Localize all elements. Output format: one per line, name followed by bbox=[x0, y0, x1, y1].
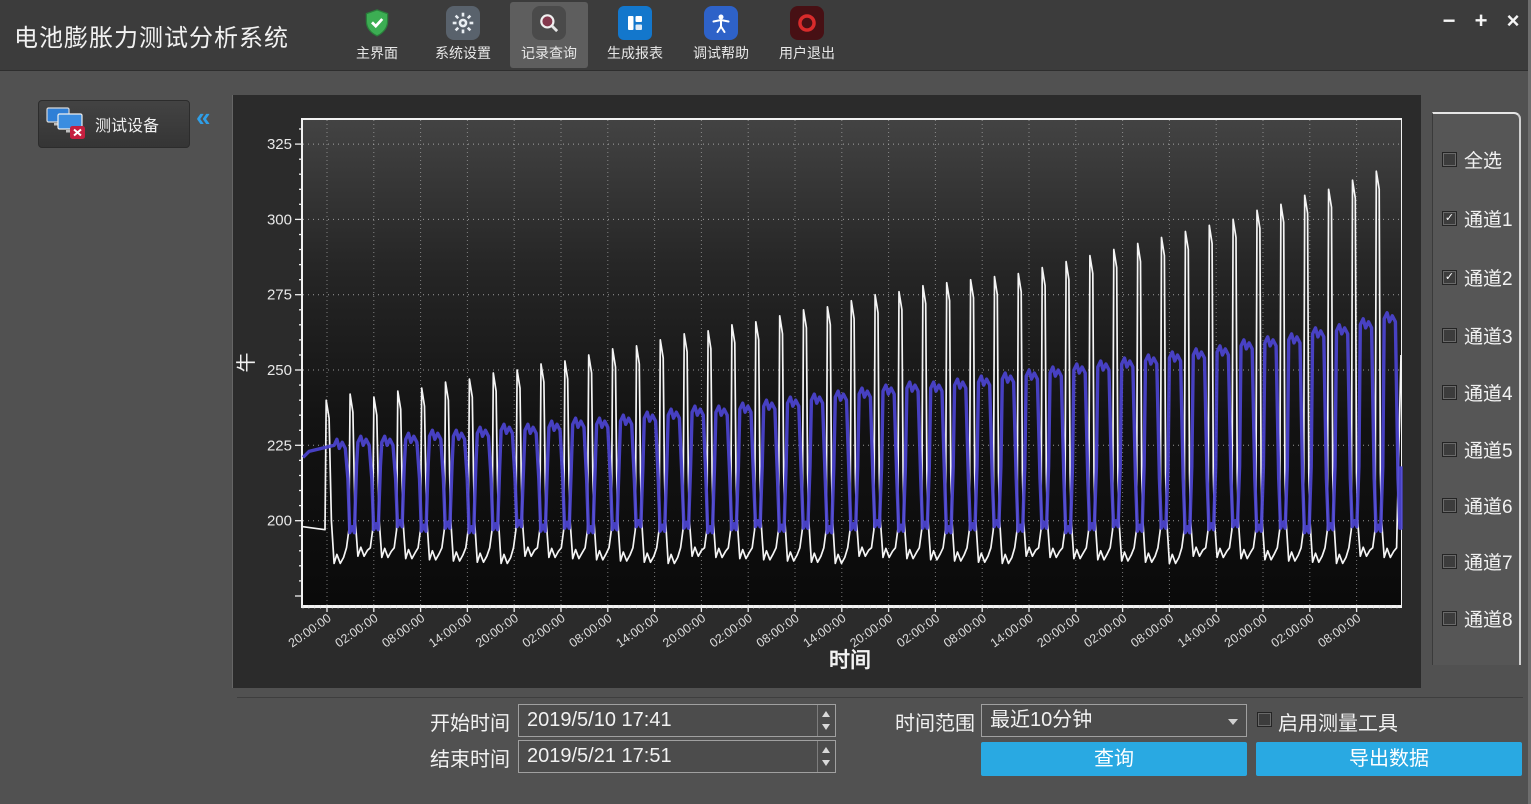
sidebar-item-test-device[interactable]: 测试设备 bbox=[38, 100, 190, 148]
query-button[interactable]: 查询 bbox=[981, 742, 1247, 776]
end-time-value: 2019/5/21 17:51 bbox=[527, 745, 672, 767]
x-axis-title: 时间 bbox=[301, 644, 1399, 674]
toolbar-item-record-query[interactable]: 记录查询 bbox=[510, 2, 588, 68]
checkbox-select-all[interactable] bbox=[1442, 152, 1457, 167]
checkbox-ch8[interactable] bbox=[1442, 611, 1457, 626]
measure-tool-label: 启用测量工具 bbox=[1278, 707, 1478, 736]
spinner-up-icon[interactable] bbox=[822, 711, 830, 717]
svg-text:牛: 牛 bbox=[235, 353, 258, 373]
svg-text:250: 250 bbox=[267, 362, 292, 379]
minimize-button[interactable]: − bbox=[1440, 8, 1458, 34]
channel-row-ch3[interactable]: 通道3 bbox=[1442, 322, 1513, 349]
checkbox-ch7[interactable] bbox=[1442, 554, 1457, 569]
toolbar-label: 生成报表 bbox=[607, 43, 663, 63]
checkbox-ch6[interactable] bbox=[1442, 498, 1457, 513]
channel-label: 通道7 bbox=[1464, 548, 1513, 575]
toolbar-label: 用户退出 bbox=[779, 43, 835, 63]
end-time-input[interactable]: 2019/5/21 17:51 bbox=[518, 740, 836, 773]
channel-label: 通道5 bbox=[1464, 436, 1513, 463]
close-button[interactable]: × bbox=[1504, 8, 1522, 34]
chevron-down-icon bbox=[1228, 719, 1238, 725]
svg-text:325: 325 bbox=[267, 136, 292, 153]
spinner-down-icon[interactable] bbox=[822, 760, 830, 766]
checkbox-ch5[interactable] bbox=[1442, 442, 1457, 457]
app-window: { "window": { "title": "电池膨胀力测试分析系统", "c… bbox=[0, 0, 1531, 804]
line-chart[interactable]: 20022525027530032520:00:0002:00:0008:00:… bbox=[301, 118, 1402, 608]
toolbar-item-home[interactable]: 主界面 bbox=[338, 2, 416, 68]
channel-row-ch6[interactable]: 通道6 bbox=[1442, 492, 1513, 519]
app-title: 电池膨胀力测试分析系统 bbox=[14, 18, 289, 53]
window-controls: − + × bbox=[1440, 8, 1522, 34]
channel-label: 通道4 bbox=[1464, 379, 1513, 406]
measure-tool-checkbox[interactable] bbox=[1257, 712, 1272, 727]
chart-panel: 20022525027530032520:00:0002:00:0008:00:… bbox=[232, 95, 1421, 688]
start-time-label: 开始时间 bbox=[352, 707, 510, 736]
magnifier-icon bbox=[532, 6, 566, 40]
channel-label: 通道8 bbox=[1464, 605, 1513, 632]
channel-row-ch8[interactable]: 通道8 bbox=[1442, 605, 1513, 632]
end-time-spinner[interactable] bbox=[817, 741, 835, 772]
device-icon bbox=[45, 106, 87, 142]
gear-icon bbox=[446, 6, 480, 40]
toolbar-item-settings[interactable]: 系统设置 bbox=[424, 2, 502, 68]
toolbar-item-user-exit[interactable]: 用户退出 bbox=[768, 2, 846, 68]
channel-label: 通道2 bbox=[1464, 264, 1513, 291]
channel-label: 通道1 bbox=[1464, 205, 1513, 232]
maximize-button[interactable]: + bbox=[1472, 8, 1490, 34]
channel-row-ch4[interactable]: 通道4 bbox=[1442, 379, 1513, 406]
sidebar-item-label: 测试设备 bbox=[95, 112, 159, 136]
start-time-input[interactable]: 2019/5/10 17:41 bbox=[518, 704, 836, 737]
toolbar: 主界面 系统设置 记录查询 生成报表 调试帮助 bbox=[338, 2, 846, 68]
sidebar-collapse-button[interactable]: « bbox=[196, 102, 210, 133]
time-range-label: 时间范围 bbox=[830, 707, 975, 736]
svg-text:275: 275 bbox=[267, 287, 292, 304]
shield-icon bbox=[360, 6, 394, 40]
channel-label: 全选 bbox=[1464, 146, 1502, 173]
bottom-separator bbox=[237, 697, 1523, 698]
toolbar-item-report[interactable]: 生成报表 bbox=[596, 2, 674, 68]
time-range-value: 最近10分钟 bbox=[990, 709, 1092, 731]
checkbox-ch3[interactable] bbox=[1442, 328, 1457, 343]
top-bar: 电池膨胀力测试分析系统 主界面 系统设置 记录查询 生成报表 bbox=[0, 0, 1531, 71]
channel-row-ch1[interactable]: 通道1 bbox=[1442, 205, 1513, 232]
channel-label: 通道6 bbox=[1464, 492, 1513, 519]
channel-row-ch5[interactable]: 通道5 bbox=[1442, 436, 1513, 463]
start-time-value: 2019/5/10 17:41 bbox=[527, 709, 672, 731]
channel-label: 通道3 bbox=[1464, 322, 1513, 349]
channel-row-ch7[interactable]: 通道7 bbox=[1442, 548, 1513, 575]
checkbox-ch2[interactable] bbox=[1442, 270, 1457, 285]
chart-canvas: 20022525027530032520:00:0002:00:0008:00:… bbox=[303, 120, 1401, 605]
svg-text:225: 225 bbox=[267, 437, 292, 454]
spinner-down-icon[interactable] bbox=[822, 724, 830, 730]
helper-icon bbox=[704, 6, 738, 40]
toolbar-label: 主界面 bbox=[356, 43, 398, 63]
toolbar-label: 记录查询 bbox=[521, 43, 577, 63]
end-time-label: 结束时间 bbox=[352, 743, 510, 772]
report-icon bbox=[618, 6, 652, 40]
export-data-button[interactable]: 导出数据 bbox=[1256, 742, 1522, 776]
channel-row-ch2[interactable]: 通道2 bbox=[1442, 264, 1513, 291]
toolbar-item-debug-help[interactable]: 调试帮助 bbox=[682, 2, 760, 68]
channel-panel: 全选 通道1 通道2 通道3 通道4 通道5 通道6 通道7 通道8 bbox=[1432, 112, 1521, 665]
toolbar-label: 系统设置 bbox=[435, 43, 491, 63]
svg-text:200: 200 bbox=[267, 513, 292, 530]
exit-icon bbox=[790, 6, 824, 40]
svg-text:300: 300 bbox=[267, 211, 292, 228]
toolbar-label: 调试帮助 bbox=[693, 43, 749, 63]
channel-row-select-all[interactable]: 全选 bbox=[1442, 146, 1502, 173]
checkbox-ch4[interactable] bbox=[1442, 385, 1457, 400]
checkbox-ch1[interactable] bbox=[1442, 211, 1457, 226]
time-range-dropdown[interactable]: 最近10分钟 bbox=[981, 704, 1247, 737]
spinner-up-icon[interactable] bbox=[822, 747, 830, 753]
